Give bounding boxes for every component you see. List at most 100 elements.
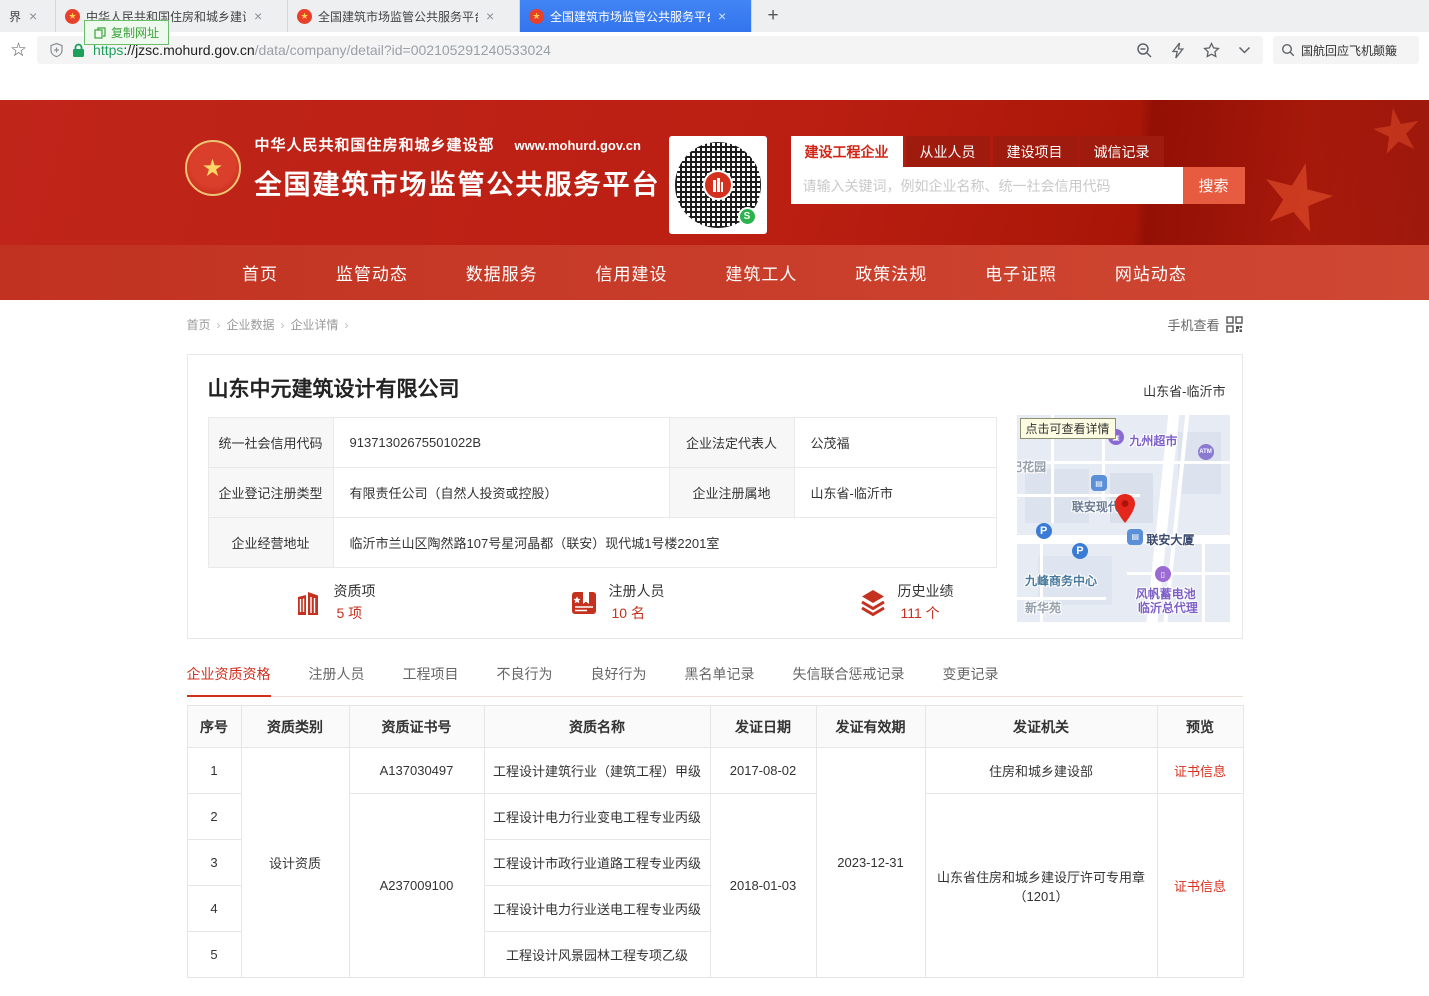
tab-registered-personnel[interactable]: 注册人员: [309, 664, 365, 696]
cell-name: 工程设计风景园林工程专项乙级: [484, 932, 710, 978]
quick-search-box[interactable]: 国航回应飞机颠簸: [1273, 36, 1419, 64]
certificate-info-link[interactable]: 证书信息: [1157, 794, 1243, 978]
national-emblem-icon: ★: [185, 140, 241, 196]
tab-title: 全国建筑市场监管公共服务平台: [318, 8, 478, 25]
tab-bad-behavior[interactable]: 不良行为: [497, 664, 553, 696]
table-row: 1 设计资质 A137030497 工程设计建筑行业（建筑工程）甲级 2017-…: [187, 748, 1243, 794]
shield-add-icon[interactable]: [49, 42, 64, 58]
address-field[interactable]: https://jzsc.mohurd.gov.cn/data/company/…: [37, 36, 1263, 64]
tab-blacklist[interactable]: 黑名单记录: [685, 664, 755, 696]
nav-item-credit[interactable]: 信用建设: [596, 260, 668, 285]
search-tab-personnel[interactable]: 从业人员: [906, 136, 990, 167]
chevron-down-icon[interactable]: [1238, 46, 1251, 55]
breadcrumb-company-detail[interactable]: 企业详情: [291, 316, 349, 333]
certificate-book-icon: [569, 588, 599, 618]
url-bar: ☆ https://jzsc.mohurd.gov.cn/data/compan…: [0, 32, 1429, 68]
copy-url-label: 复制网址: [111, 24, 159, 41]
table-header-row: 序号 资质类别 资质证书号 资质名称 发证日期 发证有效期 发证机关 预览: [187, 706, 1243, 748]
close-icon[interactable]: ×: [254, 8, 262, 24]
zoom-out-icon[interactable]: [1136, 42, 1153, 59]
stat-value: 5 项: [334, 603, 376, 625]
main-navigation: 首页 监管动态 数据服务 信用建设 建筑工人 政策法规 电子证照 网站动态: [0, 245, 1429, 300]
favorite-star-icon[interactable]: [1203, 42, 1220, 59]
location-map[interactable]: 点击可查看详情 ▣ 九州超市 ATM 纪花园 ▤ 联安现代城 ▤ 联安大厦 P …: [1017, 415, 1230, 622]
col-header-preview: 预览: [1157, 706, 1243, 748]
tab-bar: 界 × ★ 中华人民共和国住房和城乡建设 × ★ 全国建筑市场监管公共服务平台 …: [0, 0, 1429, 32]
nav-item-workers[interactable]: 建筑工人: [725, 260, 797, 285]
tab-qualifications[interactable]: 企业资质资格: [187, 664, 271, 697]
close-icon[interactable]: ×: [718, 8, 726, 24]
mobile-view-button[interactable]: 手机查看: [1167, 315, 1242, 334]
new-tab-button[interactable]: +: [752, 0, 794, 32]
nav-item-supervision[interactable]: 监管动态: [336, 260, 408, 285]
cell-issue-date: 2017-08-02: [710, 748, 816, 794]
page-top-gap: [0, 68, 1429, 100]
keyword-search-input[interactable]: [791, 167, 1183, 204]
map-label-battery-2: 临沂总代理: [1138, 599, 1198, 616]
copy-icon: [94, 27, 106, 39]
map-label-garden: 纪花园: [1017, 458, 1047, 475]
quick-search-text: 国航回应飞机颠簸: [1301, 42, 1397, 59]
cell-no: 5: [187, 932, 241, 978]
map-label-business-center: 九峰商务中心: [1025, 572, 1097, 589]
stat-label: 资质项: [334, 581, 376, 603]
cell-authority: 住房和城乡建设部: [925, 748, 1157, 794]
cell-name: 工程设计建筑行业（建筑工程）甲级: [484, 748, 710, 794]
search-tab-credit[interactable]: 诚信记录: [1080, 136, 1164, 167]
tab-title: 界: [9, 8, 21, 25]
browser-tab-1[interactable]: 界 ×: [0, 0, 56, 32]
stat-qualifications[interactable]: 资质项 5 项: [294, 581, 376, 624]
nav-item-data-service[interactable]: 数据服务: [466, 260, 538, 285]
emblem-favicon-icon: ★: [529, 9, 544, 24]
stat-registered-personnel[interactable]: 注册人员 10 名: [569, 581, 665, 624]
emblem-favicon-icon: ★: [297, 9, 312, 24]
nav-item-certificates[interactable]: 电子证照: [985, 260, 1057, 285]
tab-projects[interactable]: 工程项目: [403, 664, 459, 696]
ministry-name: 中华人民共和国住房和城乡建设部: [255, 134, 495, 155]
tab-good-behavior[interactable]: 良好行为: [591, 664, 647, 696]
layers-icon: [858, 588, 888, 618]
search-button[interactable]: 搜索: [1183, 167, 1245, 204]
close-icon[interactable]: ×: [486, 8, 494, 24]
breadcrumb-company-data[interactable]: 企业数据: [227, 316, 285, 333]
emblem-favicon-icon: ★: [65, 9, 80, 24]
stat-label: 注册人员: [609, 581, 665, 603]
search-tab-project[interactable]: 建设项目: [993, 136, 1077, 167]
close-icon[interactable]: ×: [29, 8, 37, 24]
reg-region-value: 山东省-临沂市: [794, 468, 996, 518]
field-label: 统一社会信用代码: [208, 418, 333, 468]
certificate-info-link[interactable]: 证书信息: [1157, 748, 1243, 794]
map-label-lianan-tower: 联安大厦: [1146, 531, 1194, 548]
map-label-supermarket: 九州超市: [1129, 432, 1177, 449]
cell-validity: 2023-12-31: [816, 748, 925, 978]
browser-tab-3[interactable]: ★ 全国建筑市场监管公共服务平台 ×: [288, 0, 520, 32]
nav-item-policy[interactable]: 政策法规: [855, 260, 927, 285]
tab-title: 全国建筑市场监管公共服务平台: [550, 8, 710, 25]
cell-name: 工程设计电力行业变电工程专业丙级: [484, 794, 710, 840]
stat-label: 历史业绩: [898, 581, 954, 603]
wechat-icon: S: [738, 207, 757, 226]
field-label: 企业登记注册类型: [208, 468, 333, 518]
parking-icon: P: [1036, 523, 1052, 539]
field-label: 企业注册属地: [669, 468, 794, 518]
tab-dishonesty-records[interactable]: 失信联合惩戒记录: [793, 664, 905, 696]
browser-tab-active[interactable]: ★ 全国建筑市场监管公共服务平台 ×: [520, 0, 752, 32]
breadcrumb-home[interactable]: 首页: [187, 316, 221, 333]
building-poi-icon: ▤: [1127, 529, 1143, 545]
nav-item-home[interactable]: 首页: [242, 260, 278, 285]
tab-change-records[interactable]: 变更记录: [943, 664, 999, 696]
reg-type-value: 有限责任公司（自然人投资或控股）: [333, 468, 669, 518]
address-value: 临沂市兰山区陶然路107号星河晶都（联安）现代城1号楼2201室: [333, 518, 996, 568]
stat-value: 111 个: [898, 603, 954, 625]
stat-historical-performance[interactable]: 历史业绩 111 个: [858, 581, 954, 624]
nav-item-site-news[interactable]: 网站动态: [1115, 260, 1187, 285]
copy-url-tooltip[interactable]: 复制网址: [84, 20, 169, 45]
search-tab-enterprise[interactable]: 建设工程企业: [791, 136, 903, 167]
url-text[interactable]: https://jzsc.mohurd.gov.cn/data/company/…: [93, 42, 1128, 58]
battery-poi-icon: ▯: [1155, 566, 1171, 582]
site-logo[interactable]: ★ 中华人民共和国住房和城乡建设部 www.mohurd.gov.cn 全国建筑…: [185, 134, 661, 202]
lightning-icon[interactable]: [1171, 42, 1185, 59]
company-name: 山东中元建筑设计有限公司: [208, 373, 460, 403]
col-header-authority: 发证机关: [925, 706, 1157, 748]
bookmark-star-icon[interactable]: ☆: [10, 41, 27, 60]
